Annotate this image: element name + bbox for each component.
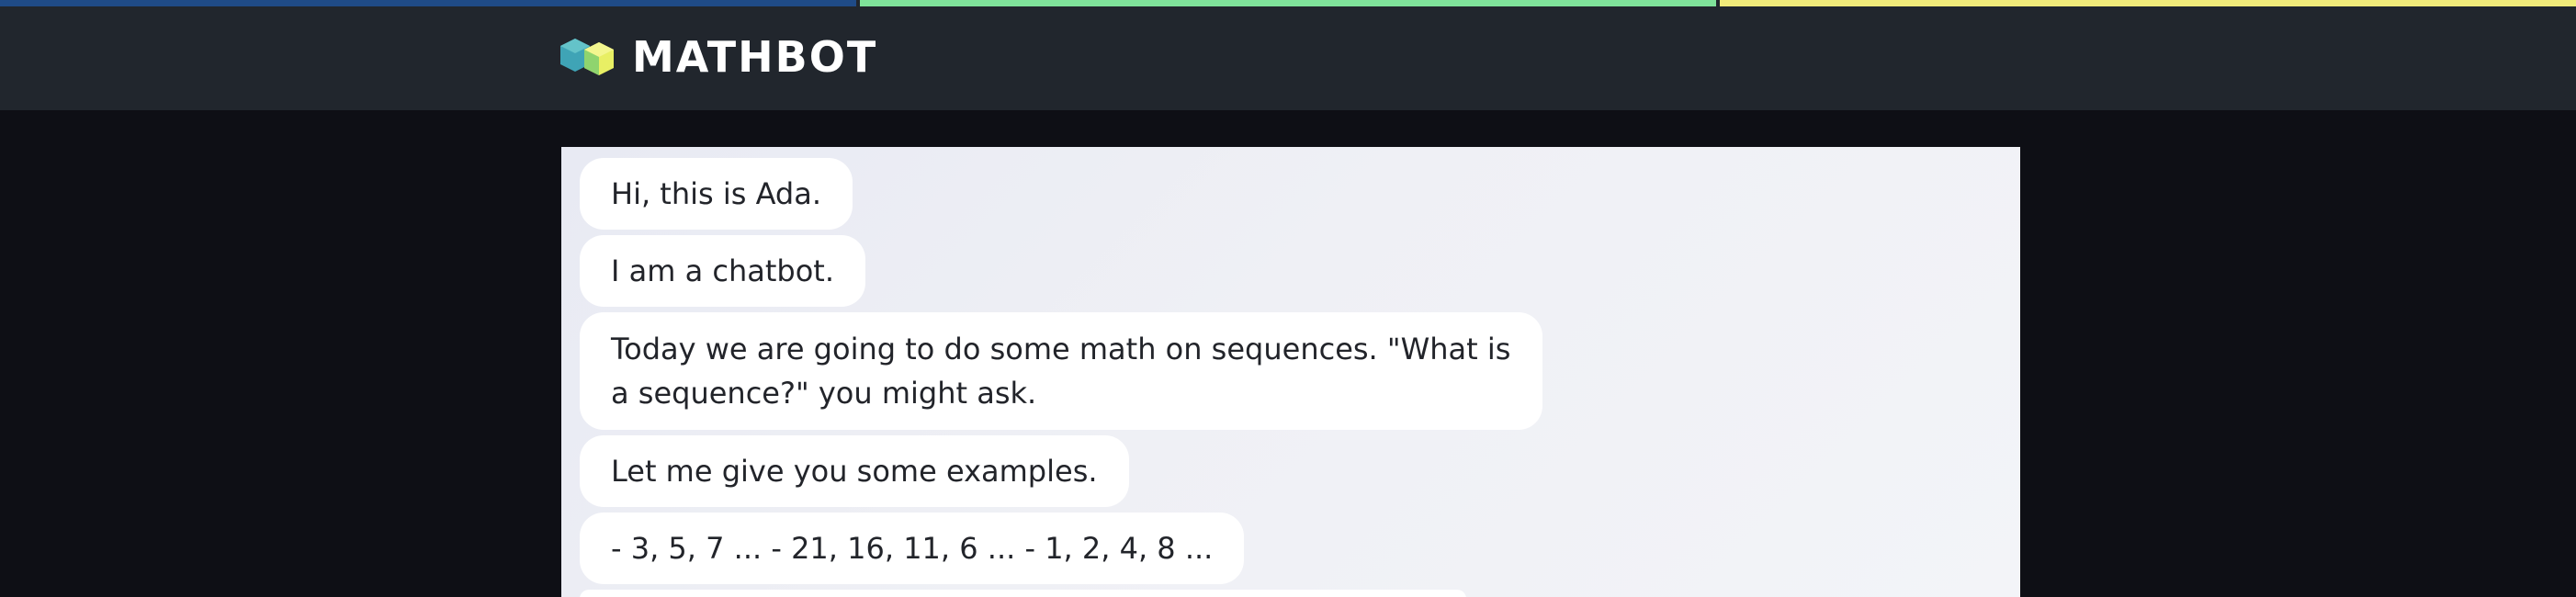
stripe-yellow xyxy=(1720,0,2576,6)
app-header: MATHBOT xyxy=(0,0,2576,110)
bot-message: Today we are going to do some math on se… xyxy=(580,312,1542,430)
color-stripe-bar xyxy=(0,0,2576,6)
stripe-green xyxy=(860,0,1716,6)
bot-message: I am a chatbot. xyxy=(580,235,865,307)
message-list: Hi, this is Ada. I am a chatbot. Today w… xyxy=(580,158,1994,597)
hexagon-cube-logo-icon xyxy=(559,35,617,79)
bot-message-partial xyxy=(580,590,1466,597)
bot-message: - 3, 5, 7 ... - 21, 16, 11, 6 ... - 1, 2… xyxy=(580,513,1245,584)
app-title: MATHBOT xyxy=(632,32,878,82)
bot-message: Hi, this is Ada. xyxy=(580,158,853,230)
bot-message: Let me give you some examples. xyxy=(580,435,1129,507)
stripe-blue xyxy=(0,0,856,6)
brand-logo-link[interactable]: MATHBOT xyxy=(559,28,877,86)
chat-panel[interactable]: Hi, this is Ada. I am a chatbot. Today w… xyxy=(561,147,2020,597)
